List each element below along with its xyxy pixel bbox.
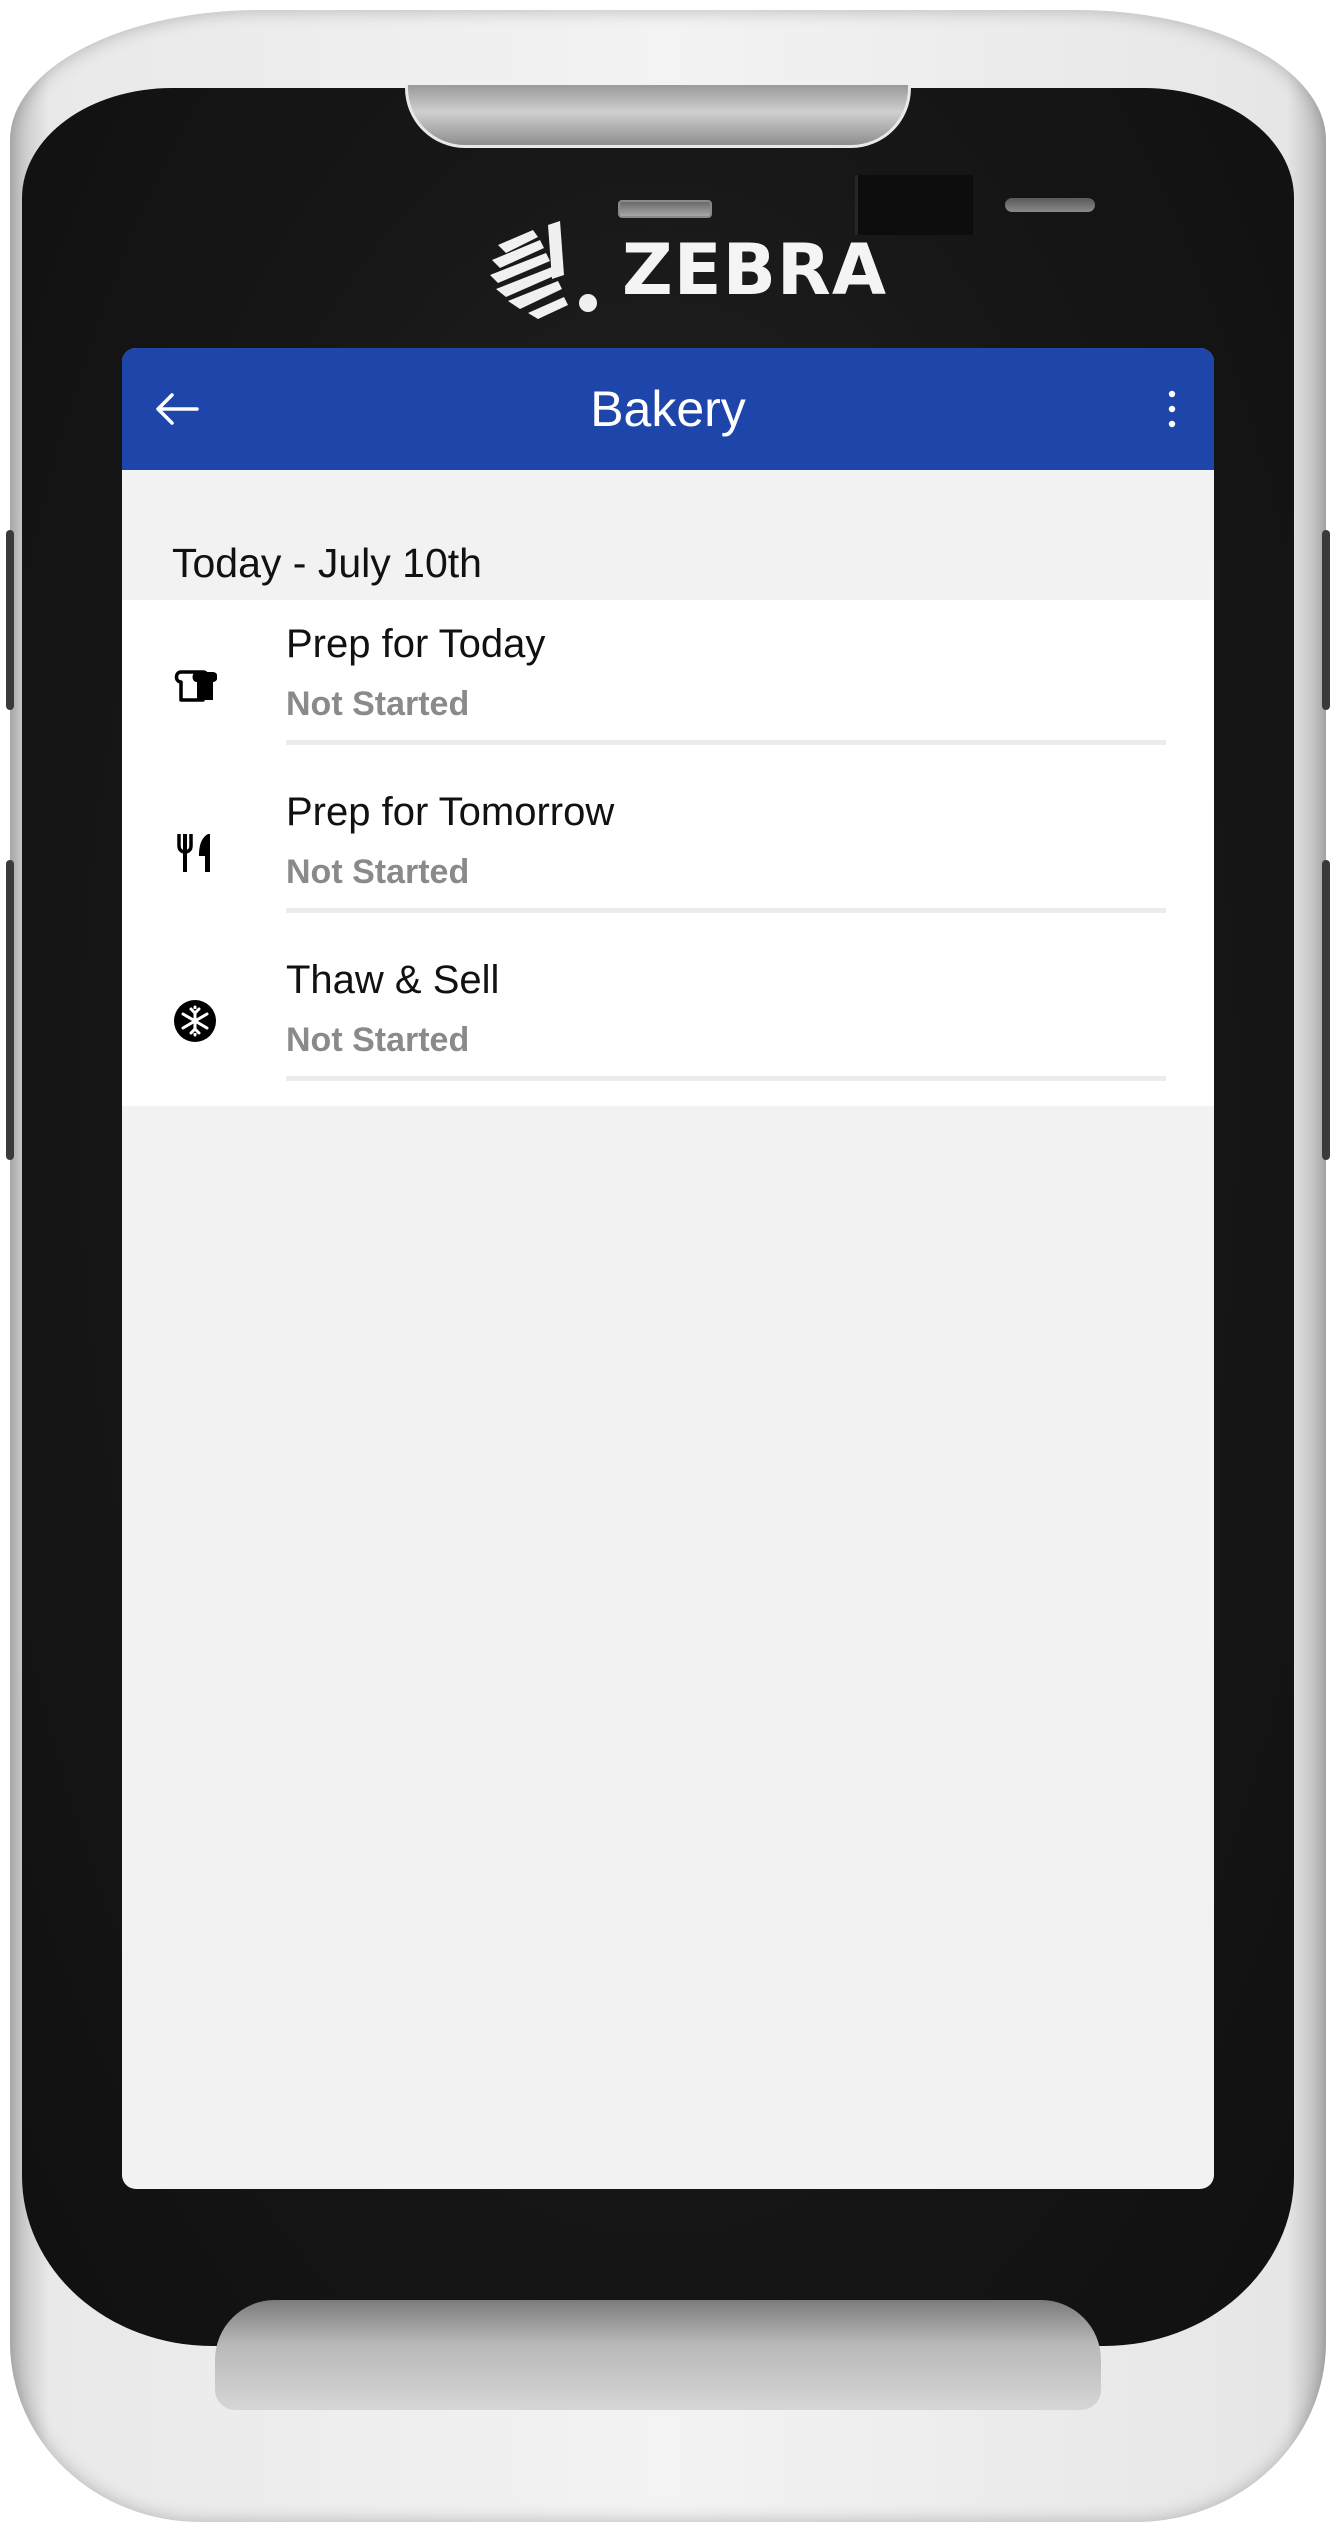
side-button-right-lower (1322, 860, 1330, 1160)
brand-wordmark: ZEBRA (622, 229, 888, 311)
task-status: Not Started (286, 853, 470, 891)
bread-icon (170, 660, 220, 710)
task-title: Prep for Tomorrow (286, 790, 615, 834)
task-title: Thaw & Sell (286, 958, 500, 1002)
app-screen: Bakery Today - July 10th Prep for Today … (122, 348, 1214, 2189)
section-header: Today - July 10th (172, 540, 482, 586)
task-status: Not Started (286, 1021, 470, 1059)
fork-knife-icon (170, 828, 220, 878)
speaker-grille-bottom (215, 2300, 1101, 2410)
task-item-prep-tomorrow[interactable]: Prep for Tomorrow Not Started (122, 768, 1214, 936)
task-status: Not Started (286, 685, 470, 723)
overflow-menu-button[interactable] (1142, 379, 1202, 439)
task-title: Prep for Today (286, 622, 546, 666)
task-item-prep-today[interactable]: Prep for Today Not Started (122, 600, 1214, 768)
snowflake-icon (170, 996, 220, 1046)
side-button-left-lower (6, 860, 14, 1160)
zebra-logo-icon (490, 221, 597, 319)
arrow-left-icon (156, 393, 199, 425)
divider (286, 908, 1166, 913)
task-item-thaw-sell[interactable]: Thaw & Sell Not Started (122, 936, 1214, 1104)
back-button[interactable] (147, 379, 207, 439)
divider (286, 1076, 1166, 1081)
divider (286, 740, 1166, 745)
more-vertical-icon (1168, 390, 1176, 428)
speaker-grille-top (405, 85, 911, 148)
side-button-left (6, 530, 14, 710)
page-title: Bakery (590, 381, 746, 437)
app-bar: Bakery (122, 348, 1214, 470)
side-button-right (1322, 530, 1330, 710)
device-brand: ZEBRA (478, 215, 887, 325)
proximity-sensor (1005, 198, 1095, 212)
task-list: Prep for Today Not Started Prep for Tomo… (122, 600, 1214, 1106)
